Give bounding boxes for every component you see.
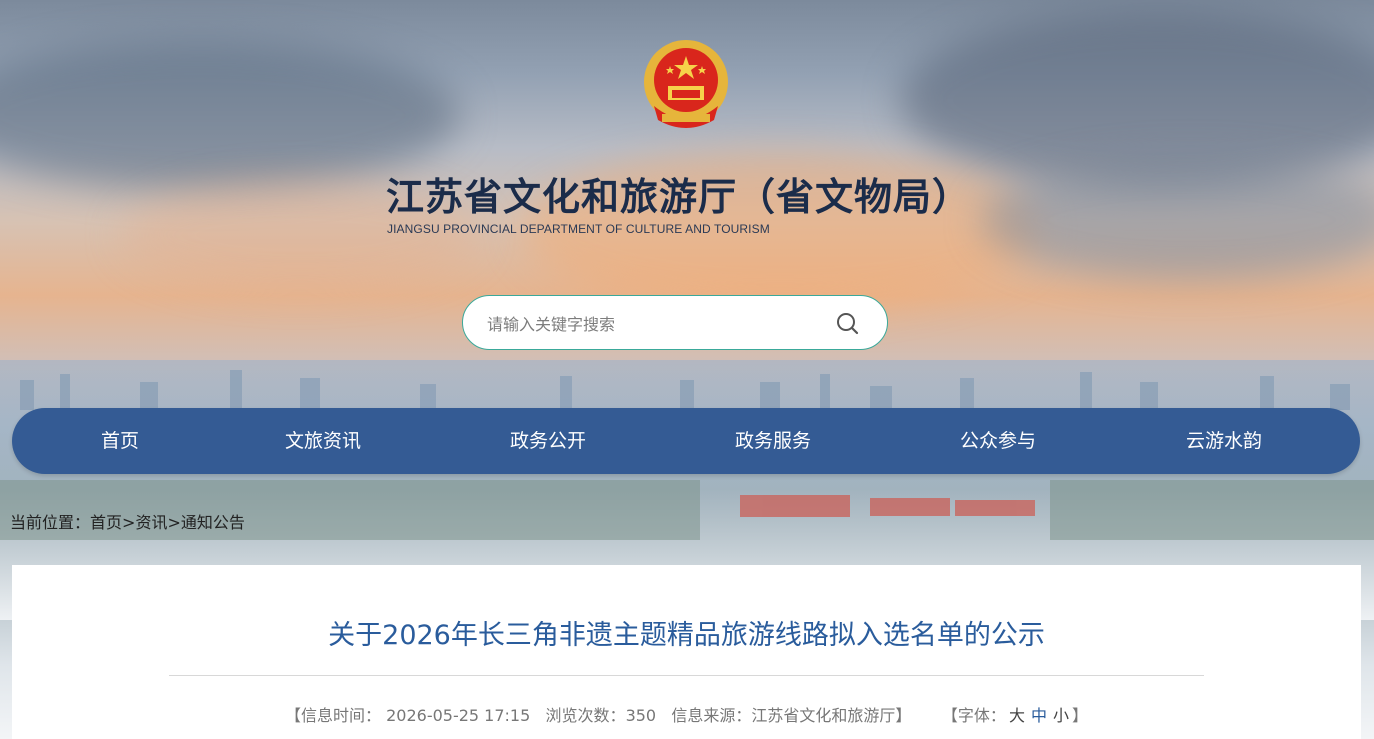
- nav-item-cloud-tour[interactable]: 云游水韵: [1186, 408, 1262, 474]
- meta-source-value: 江苏省文化和旅游厅】: [751, 706, 912, 725]
- site-subtitle: JIANGSU PROVINCIAL DEPARTMENT OF CULTURE…: [387, 222, 770, 236]
- search-icon[interactable]: [831, 308, 865, 340]
- breadcrumb-separator: >: [167, 513, 181, 532]
- font-size-small-button[interactable]: 小: [1050, 706, 1072, 725]
- sky-cloud: [980, 160, 1374, 280]
- meta-source-label: 信息来源：: [671, 706, 752, 725]
- divider: [169, 675, 1204, 676]
- font-size-close: 】: [1071, 706, 1088, 725]
- nav-item-government-services[interactable]: 政务服务: [735, 408, 811, 474]
- nav-item-home[interactable]: 首页: [101, 408, 139, 474]
- meta-time-value: 2026-05-25 17:15: [386, 706, 531, 725]
- breadcrumb-prefix: 当前位置：: [10, 513, 91, 532]
- breadcrumb-separator: >: [122, 513, 136, 532]
- national-emblem-icon: [640, 36, 732, 134]
- nav-item-government-affairs-disclosure[interactable]: 政务公开: [510, 408, 586, 474]
- font-size-medium-button[interactable]: 中: [1028, 706, 1050, 725]
- meta-views-label: 浏览次数：: [545, 706, 626, 725]
- article-meta: 【信息时间： 2026-05-25 17:15 浏览次数：350 信息来源：江苏…: [12, 702, 1361, 726]
- nav-item-public-participation[interactable]: 公众参与: [960, 408, 1036, 474]
- meta-time-label: 【信息时间：: [284, 706, 381, 725]
- nav-item-culture-tourism-news[interactable]: 文旅资讯: [285, 408, 361, 474]
- breadcrumb-item-news[interactable]: 资讯: [135, 513, 167, 532]
- breadcrumb: 当前位置：首页>资讯>通知公告: [10, 509, 245, 533]
- breadcrumb-item-home[interactable]: 首页: [90, 513, 122, 532]
- meta-views-value: 350: [625, 706, 657, 725]
- font-size-label: 【字体：: [941, 706, 1006, 725]
- article-panel: 关于2026年长三角非遗主题精品旅游线路拟入选名单的公示 【信息时间： 2026…: [12, 565, 1361, 739]
- page: 江苏省文化和旅游厅（省文物局） JIANGSU PROVINCIAL DEPAR…: [0, 0, 1374, 739]
- article-title: 关于2026年长三角非遗主题精品旅游线路拟入选名单的公示: [328, 620, 1045, 651]
- search-input[interactable]: [485, 308, 819, 340]
- main-nav: 首页 文旅资讯 政务公开 政务服务 公众参与 云游水韵: [12, 408, 1360, 474]
- breadcrumb-item-notices[interactable]: 通知公告: [181, 513, 245, 532]
- font-size-large-button[interactable]: 大: [1006, 706, 1028, 725]
- search-box: [462, 295, 888, 350]
- site-title: 江苏省文化和旅游厅（省文物局）: [386, 175, 972, 219]
